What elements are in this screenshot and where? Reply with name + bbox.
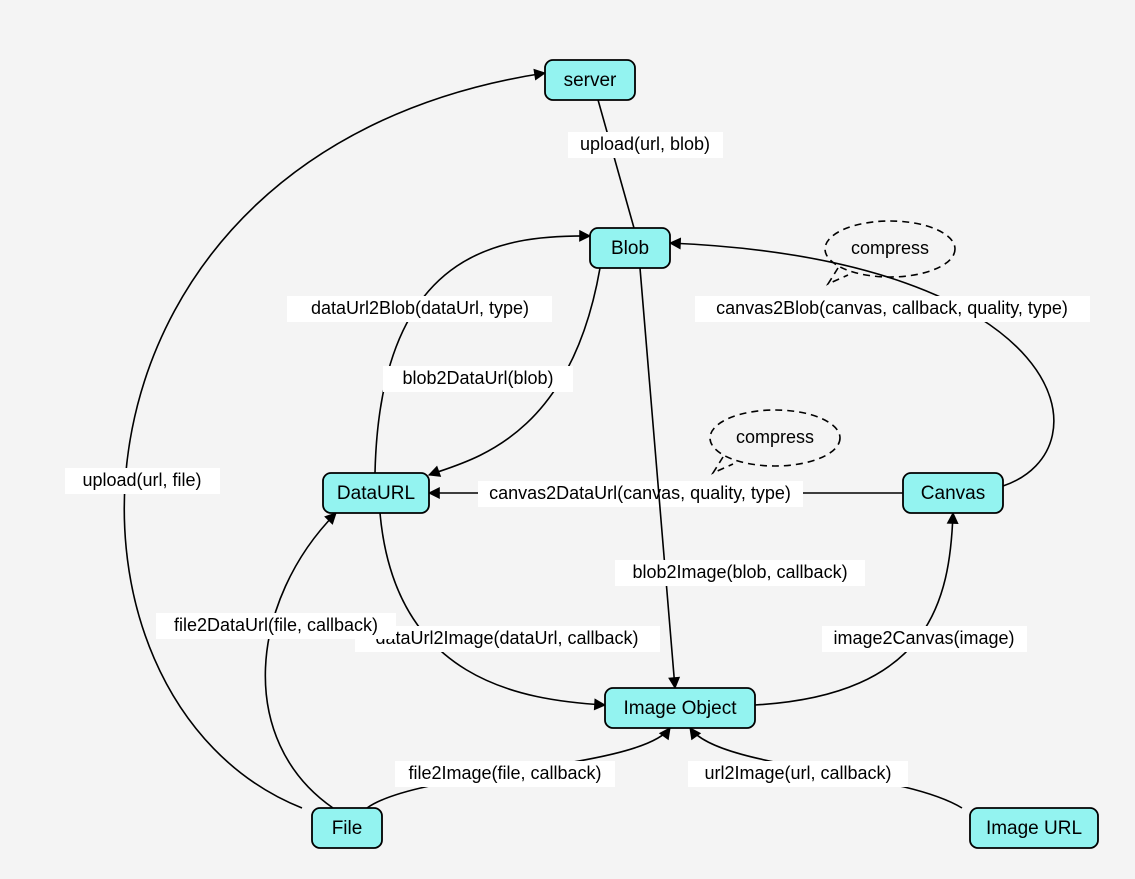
svg-text:server: server — [564, 70, 617, 91]
node-server: server — [545, 60, 635, 100]
edge-url2image-label: url2Image(url, callback) — [704, 763, 891, 783]
edge-blob2image — [640, 268, 675, 688]
node-dataurl: DataURL — [323, 473, 429, 513]
node-canvas: Canvas — [903, 473, 1003, 513]
node-file: File — [312, 808, 382, 848]
svg-text:Canvas: Canvas — [921, 483, 985, 504]
svg-text:compress: compress — [736, 427, 814, 447]
edge-dataurl2blob — [375, 236, 590, 473]
bubble-compress-1: compress — [825, 221, 955, 284]
edge-canvas2dataurl-label: canvas2DataUrl(canvas, quality, type) — [489, 483, 791, 503]
edge-canvas2blob — [670, 243, 1054, 486]
bubble-compress-2: compress — [710, 410, 840, 473]
edge-upload-file-label: upload(url, file) — [82, 470, 201, 490]
edge-file2dataurl — [265, 513, 336, 808]
edge-dataurl2image — [380, 513, 605, 705]
edge-dataurl2image-label: dataUrl2Image(dataUrl, callback) — [375, 628, 638, 648]
svg-text:Image URL: Image URL — [986, 818, 1082, 839]
edge-dataurl2blob-label: dataUrl2Blob(dataUrl, type) — [311, 298, 529, 318]
node-imageurl: Image URL — [970, 808, 1098, 848]
edge-file2image-label: file2Image(file, callback) — [408, 763, 601, 783]
edge-image2canvas-label: image2Canvas(image) — [833, 628, 1014, 648]
svg-text:DataURL: DataURL — [337, 483, 415, 504]
edge-file2dataurl-label: file2DataUrl(file, callback) — [174, 615, 378, 635]
svg-text:compress: compress — [851, 238, 929, 258]
edge-blob2image-label: blob2Image(blob, callback) — [632, 562, 847, 582]
edge-upload-blob-label: upload(url, blob) — [580, 134, 710, 154]
edge-blob2dataurl-label: blob2DataUrl(blob) — [402, 368, 553, 388]
edge-upload-file — [124, 73, 545, 808]
node-imageobject: Image Object — [605, 688, 755, 728]
svg-text:File: File — [332, 818, 363, 839]
svg-text:Blob: Blob — [611, 238, 649, 259]
node-blob: Blob — [590, 228, 670, 268]
edge-image2canvas — [755, 513, 953, 705]
svg-text:Image Object: Image Object — [624, 698, 738, 719]
edge-canvas2blob-label: canvas2Blob(canvas, callback, quality, t… — [716, 298, 1068, 318]
